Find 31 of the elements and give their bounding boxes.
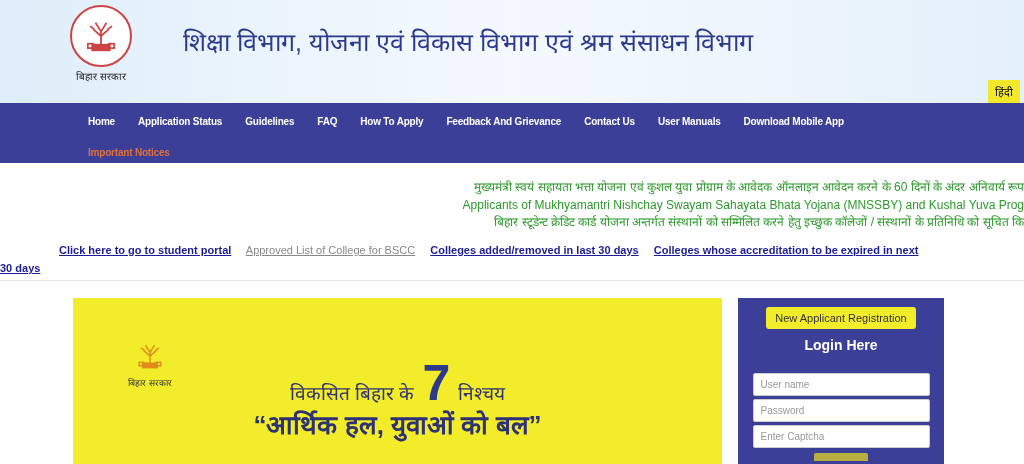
nav-link[interactable]: User Manuals <box>644 109 731 134</box>
nav-link[interactable]: Guidelines <box>232 109 305 134</box>
emblem-caption: बिहार सरकार <box>76 70 126 83</box>
language-button[interactable]: हिंदी <box>988 80 1020 103</box>
nav-link[interactable]: Home <box>75 109 125 134</box>
portal-link[interactable]: 30 days <box>0 262 41 274</box>
nav-link[interactable]: Download Mobile App <box>730 109 854 134</box>
nav-link[interactable]: Application Status <box>125 109 233 134</box>
slogan-text: विकसित बिहार के <box>289 382 415 406</box>
portal-link[interactable]: Approved List of College for BSCC <box>245 244 416 256</box>
nav-link[interactable]: How To Apply <box>347 109 434 134</box>
site-title: शिक्षा विभाग, योजना एवं विकास विभाग एवं श्रम संसाधन विभाग <box>183 27 754 58</box>
login-field[interactable]: Enter Captcha <box>752 425 930 448</box>
portal-link[interactable]: Click here to go to student portal <box>59 244 232 256</box>
slogan-number: 7 <box>422 358 451 408</box>
login-heading: Login Here <box>804 337 878 353</box>
notice-text[interactable]: Applicants of Mukhyamantri Nishchay Swayam Sahayata Bhata Yojana (MNSSBY) and Kushal Yuva Prog <box>462 196 1024 214</box>
nav-link[interactable]: FAQ <box>304 109 348 134</box>
notice-text[interactable]: बिहार स्टूडेन्ट क्रेडिट कार्ड योजना अन्तर्गत संस्थानों को सम्मिलित करने हेतु इच्छुक कॉलेजों / संस्थानों के प्रतिनिधि को सूचित कि <box>494 214 1024 232</box>
emblem-caption: बिहार सरकार <box>128 377 172 389</box>
nav-link[interactable]: Contact Us <box>571 109 645 134</box>
submit-button[interactable] <box>814 453 868 461</box>
nav-link[interactable]: Feedback And Grievance <box>433 109 572 134</box>
login-field[interactable]: User name <box>752 373 930 396</box>
portal-link[interactable]: Colleges whose accreditation to be expired in next <box>653 244 919 256</box>
slogan-quote: “आर्थिक हल, युवाओं को बल” <box>253 409 542 442</box>
slogan-text: निश्चय <box>458 382 506 406</box>
portal-link[interactable]: Colleges added/removed in last 30 days <box>430 244 639 256</box>
register-button[interactable]: New Applicant Registration <box>766 307 916 329</box>
notice-text[interactable]: मुख्यमंत्री स्वयं सहायता भत्ता योजना एवं कुशल युवा प्रोग्राम के आवेदक ऑनलाइन आवेदन करने के 60 दिनों के अंदर अनिवार्य रूप <box>473 179 1024 197</box>
login-field[interactable]: Password <box>752 399 930 422</box>
